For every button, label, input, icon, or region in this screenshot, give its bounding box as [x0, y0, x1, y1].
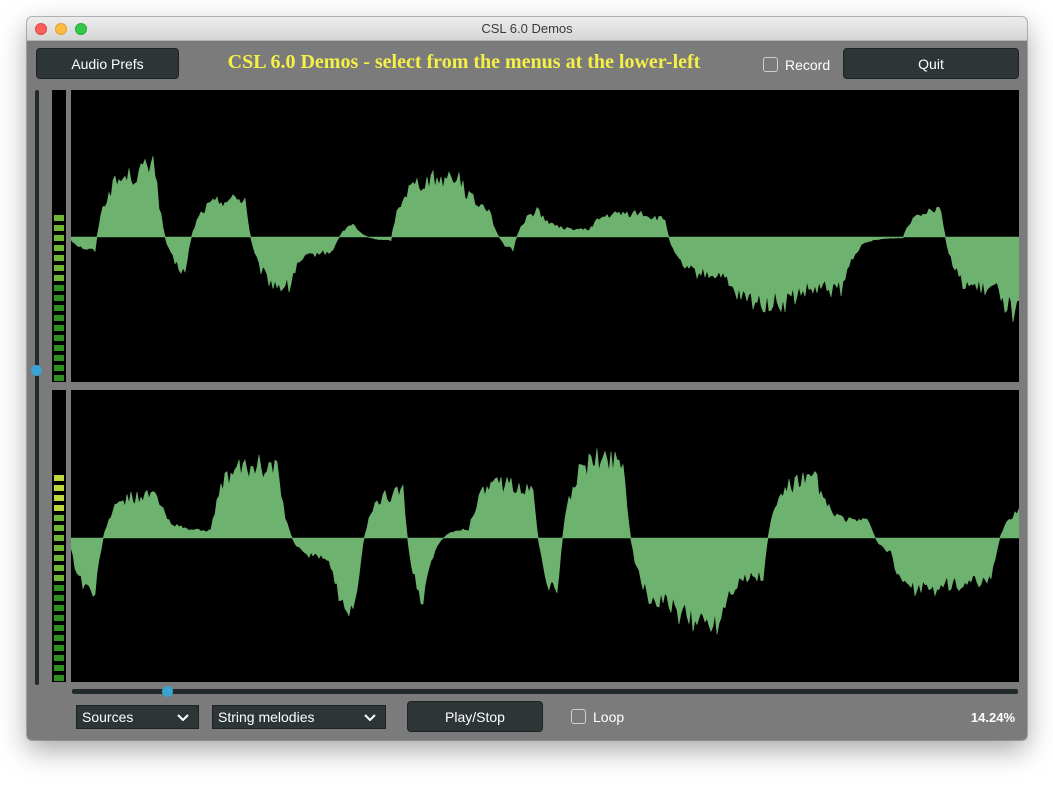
demo-value: String melodies — [218, 709, 315, 725]
meter-segment — [54, 525, 64, 531]
level-meter-bottom — [52, 390, 66, 682]
meter-segment — [54, 255, 64, 261]
record-checkbox[interactable] — [763, 57, 778, 72]
meter-segment — [54, 615, 64, 621]
waveform-path — [70, 448, 1020, 635]
loop-checkbox[interactable] — [571, 709, 586, 724]
play-stop-button[interactable]: Play/Stop — [407, 701, 543, 732]
meter-segment — [54, 275, 64, 281]
meter-segment — [54, 505, 64, 511]
meter-segment — [54, 495, 64, 501]
source-category-value: Sources — [82, 709, 134, 725]
chevron-down-icon — [364, 714, 376, 721]
meter-segment — [54, 545, 64, 551]
meter-segment — [54, 625, 64, 631]
meter-segment — [54, 485, 64, 491]
meter-segment — [54, 285, 64, 291]
progress-percent: 14.24% — [970, 710, 1015, 725]
waveform-display-top — [70, 90, 1020, 382]
meter-segment — [54, 635, 64, 641]
record-label: Record — [785, 57, 831, 73]
meter-segment — [54, 375, 64, 381]
meter-segment — [54, 235, 64, 241]
waveform-display-bottom — [70, 390, 1020, 682]
position-slider-knob[interactable] — [161, 686, 173, 697]
app-window: CSL 6.0 Demos Audio Prefs CSL 6.0 Demos … — [27, 17, 1027, 740]
meter-segment — [54, 325, 64, 331]
level-meter-top — [52, 90, 66, 382]
demo-dropdown[interactable]: String melodies — [212, 705, 386, 729]
meter-segment — [54, 245, 64, 251]
meter-segment — [54, 675, 64, 681]
title-bar[interactable]: CSL 6.0 Demos — [27, 17, 1027, 41]
meter-segment — [54, 585, 64, 591]
waveform-path — [70, 156, 1020, 323]
window-title: CSL 6.0 Demos — [481, 21, 573, 36]
meter-segment — [54, 225, 64, 231]
position-slider[interactable] — [72, 689, 1018, 694]
meter-segment — [54, 655, 64, 661]
waveform-bottom — [70, 448, 1020, 635]
meter-segment — [54, 335, 64, 341]
meter-segment — [54, 665, 64, 671]
meter-segment — [54, 515, 64, 521]
meter-segment — [54, 295, 64, 301]
meter-segment — [54, 475, 64, 481]
meter-segment — [54, 305, 64, 311]
waveform-top — [70, 156, 1020, 323]
meter-segment — [54, 595, 64, 601]
volume-slider[interactable] — [35, 90, 39, 685]
meter-segment — [54, 535, 64, 541]
volume-slider-knob[interactable] — [31, 364, 42, 376]
meter-segment — [54, 355, 64, 361]
meter-segment — [54, 645, 64, 651]
meter-segment — [54, 365, 64, 371]
quit-button[interactable]: Quit — [843, 48, 1019, 79]
chevron-down-icon — [177, 714, 189, 721]
meter-segment — [54, 345, 64, 351]
audio-prefs-button[interactable]: Audio Prefs — [36, 48, 179, 79]
loop-label: Loop — [593, 709, 625, 725]
meter-segment — [54, 555, 64, 561]
meter-segment — [54, 565, 64, 571]
source-category-dropdown[interactable]: Sources — [76, 705, 199, 729]
meter-segment — [54, 605, 64, 611]
meter-segment — [54, 265, 64, 271]
meter-segment — [54, 215, 64, 221]
meter-segment — [54, 575, 64, 581]
meter-segment — [54, 315, 64, 321]
headline-text: CSL 6.0 Demos - select from the menus at… — [227, 51, 701, 73]
